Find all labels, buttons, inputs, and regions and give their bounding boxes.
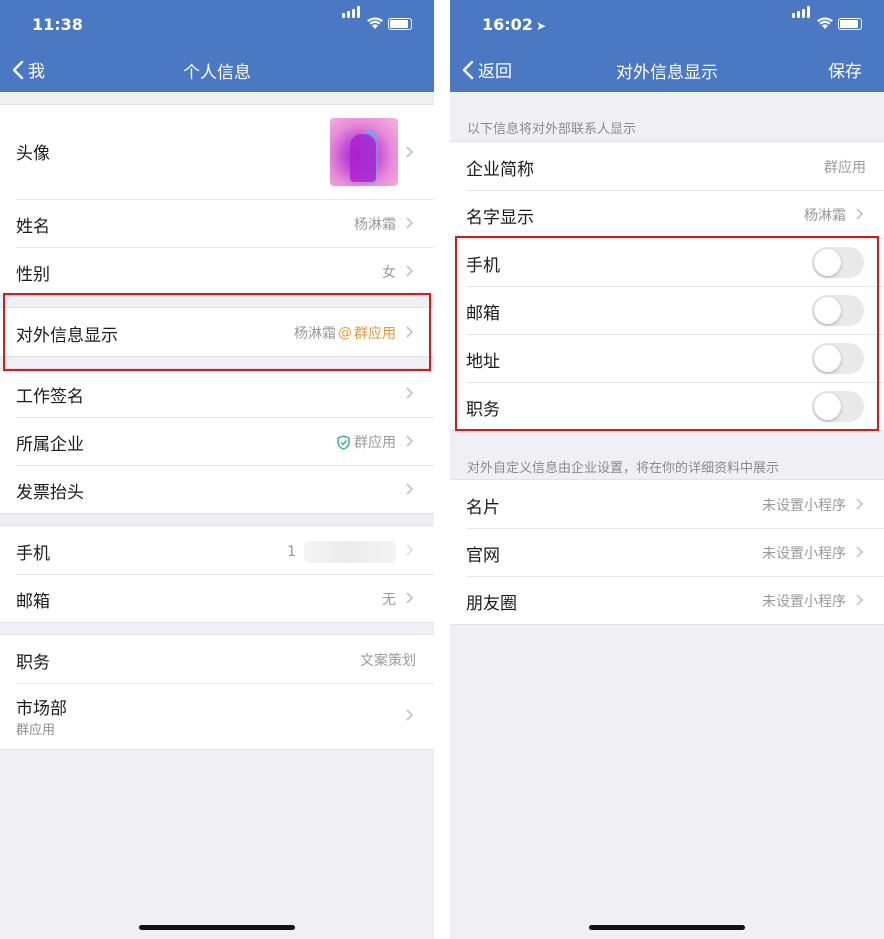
home-indicator <box>589 925 745 930</box>
position-value: 文案策划 <box>360 653 416 669</box>
battery-icon <box>388 18 412 30</box>
position-label: 职务 <box>16 653 50 673</box>
chevron-right-icon <box>406 483 414 495</box>
department-label: 市场部 <box>16 699 67 719</box>
email-row[interactable]: 邮箱 无 <box>0 574 434 622</box>
status-time: 16:02 ➤ <box>482 15 546 34</box>
chevron-right-icon <box>856 546 864 558</box>
custom-row-website[interactable]: 官网 未设置小程序 <box>450 528 884 576</box>
external-info-screen: 16:02 ➤ 返回 对外信息显示 保存 以下信息将对外部联系人显示 企业简称 群… <box>450 0 884 939</box>
enterprise-value: 群应用 <box>337 432 396 452</box>
enterprise-row[interactable]: 所属企业 群应用 <box>0 417 434 465</box>
work-info-group: 工作签名 所属企业 群应用 发票抬头 <box>0 368 434 514</box>
custom-label: 朋友圈 <box>466 594 517 614</box>
company-short-value: 群应用 <box>824 160 866 176</box>
location-arrow-icon: ➤ <box>535 19 546 33</box>
status-bar: 11:38 <box>0 0 434 46</box>
phone-label: 手机 <box>16 544 50 564</box>
custom-info-group: 名片 未设置小程序 官网 未设置小程序 朋友圈 未设置小程序 <box>450 479 884 625</box>
wifi-icon <box>817 17 833 29</box>
page-title: 对外信息显示 <box>616 63 718 83</box>
department-row[interactable]: 市场部 群应用 <box>0 683 434 749</box>
department-sub: 群应用 <box>16 723 56 738</box>
save-button[interactable]: 保存 <box>828 57 862 82</box>
phone-number: 1 <box>287 544 296 560</box>
chevron-right-icon <box>856 208 864 220</box>
contact-group: 手机 1 邮箱 无 <box>0 525 434 623</box>
page-title: 个人信息 <box>183 63 251 83</box>
custom-label: 官网 <box>466 546 500 566</box>
custom-value: 未设置小程序 <box>762 498 846 514</box>
enterprise-label: 所属企业 <box>16 435 84 455</box>
chevron-right-icon <box>406 265 414 277</box>
company-short-row: 企业简称 群应用 <box>450 142 884 190</box>
invoice-row[interactable]: 发票抬头 <box>0 465 434 513</box>
battery-icon <box>838 18 862 30</box>
email-label: 邮箱 <box>16 592 50 612</box>
nav-bar: 返回 对外信息显示 保存 <box>450 46 884 92</box>
position-row: 职务 文案策划 <box>0 635 434 683</box>
job-group: 职务 文案策划 市场部 群应用 <box>0 634 434 750</box>
custom-row-card[interactable]: 名片 未设置小程序 <box>450 480 884 528</box>
custom-label: 名片 <box>466 498 500 518</box>
basic-info-group: 头像 姓名 杨淋霜 性别 女 <box>0 104 434 296</box>
status-bar: 16:02 ➤ <box>450 0 884 46</box>
name-display-value: 杨淋霜 <box>804 208 846 224</box>
name-value: 杨淋霜 <box>354 217 396 233</box>
chevron-right-icon <box>856 498 864 510</box>
personal-info-screen: 11:38 我 个人信息 头像 姓名 杨淋霜 性别 女 对外信息显示 杨淋霜 @… <box>0 0 434 939</box>
name-display-label: 名字显示 <box>466 208 534 228</box>
phone-row[interactable]: 手机 1 <box>0 526 434 574</box>
highlight-box <box>3 293 431 371</box>
name-display-row[interactable]: 名字显示 杨淋霜 <box>450 190 884 238</box>
wifi-icon <box>367 17 383 29</box>
gender-value: 女 <box>382 265 396 281</box>
chevron-right-icon <box>406 709 414 721</box>
enterprise-name: 群应用 <box>354 435 396 451</box>
highlight-box <box>455 236 879 431</box>
phone-value: 1 <box>287 541 396 563</box>
signature-label: 工作签名 <box>16 387 84 407</box>
status-time: 11:38 <box>32 15 83 34</box>
avatar <box>330 118 398 186</box>
chevron-right-icon <box>406 387 414 399</box>
chevron-right-icon <box>856 594 864 606</box>
chevron-right-icon <box>406 146 414 158</box>
company-short-label: 企业简称 <box>466 160 534 180</box>
avatar-label: 头像 <box>16 144 50 164</box>
signature-row[interactable]: 工作签名 <box>0 369 434 417</box>
custom-value: 未设置小程序 <box>762 546 846 562</box>
chevron-right-icon <box>406 217 414 229</box>
custom-value: 未设置小程序 <box>762 594 846 610</box>
home-indicator <box>139 925 295 930</box>
gender-row[interactable]: 性别 女 <box>0 247 434 295</box>
chevron-right-icon <box>406 592 414 604</box>
name-label: 姓名 <box>16 217 50 237</box>
invoice-label: 发票抬头 <box>16 483 84 503</box>
name-row[interactable]: 姓名 杨淋霜 <box>0 199 434 247</box>
chevron-right-icon <box>406 544 414 556</box>
verified-shield-icon <box>337 434 350 450</box>
custom-row-moments[interactable]: 朋友圈 未设置小程序 <box>450 576 884 624</box>
custom-info-hint: 对外自定义信息由企业设置，将在你的详细资料中展示 <box>467 461 780 476</box>
avatar-row[interactable]: 头像 <box>0 105 434 199</box>
nav-bar: 我 个人信息 <box>0 46 434 92</box>
display-hint: 以下信息将对外部联系人显示 <box>467 122 637 137</box>
phone-number-blurred <box>304 541 396 563</box>
chevron-right-icon <box>406 435 414 447</box>
gender-label: 性别 <box>16 265 50 285</box>
email-value: 无 <box>382 592 396 608</box>
